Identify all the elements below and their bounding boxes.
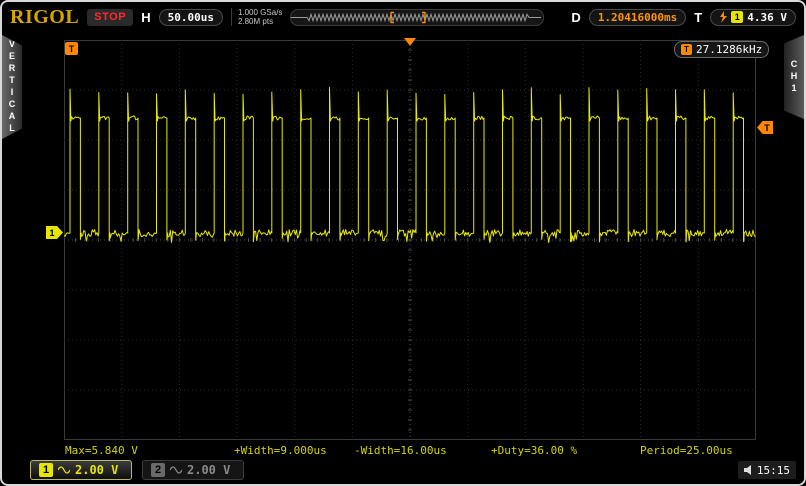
topbar: RIGOL STOP H 50.00us 1.000 GSa/s 2.80M p… [2,2,804,32]
ch1-coupling-icon [58,466,70,474]
timebase-readout: 50.00us [159,9,223,26]
memory-depth: 2.80M pts [238,17,282,26]
frequency-counter: T 27.1286kHz [674,41,769,58]
horizontal-label: H [141,10,150,25]
clock-time: 15:15 [757,464,790,477]
ch1-scale: 2.00 V [75,463,118,477]
ch1-badge: 1 [39,463,53,477]
ch2-scale: 2.00 V [187,463,230,477]
ch2-coupling-icon [170,466,182,474]
delay-value: 1.20416000ms [598,11,677,24]
bottombar: 1 2.00 V 2 2.00 V 15:15 [2,456,804,484]
trigger-slope-icon [719,11,727,23]
run-state-badge[interactable]: STOP [87,9,133,26]
delay-readout: 1.20416000ms [589,9,686,26]
rigol-logo: RIGOL [10,6,79,29]
trigger-position-badge: T [65,42,78,55]
trigger-source-badge: 1 [731,11,743,23]
trigger-level-readout: 4.36 V [747,11,787,24]
clock-area: 15:15 [738,461,796,479]
delay-label: D [571,10,580,25]
graticule-and-waveform [64,40,756,440]
memory-preview-waveform-icon [291,10,541,25]
acquisition-info: 1.000 GSa/s 2.80M pts [231,8,282,26]
counter-trigger-icon: T [681,44,692,55]
channel1-offset-marker[interactable]: 1 [46,226,63,239]
ch2-badge: 2 [151,463,165,477]
memory-waveform-preview [290,9,544,26]
ch2-status-button[interactable]: 2 2.00 V [142,460,244,480]
trigger-readout: 1 4.36 V [710,9,796,26]
trigger-label: T [694,10,702,25]
trigger-level-marker[interactable]: T [757,121,773,134]
ch1-menu-tab[interactable]: CH1 [784,35,804,119]
frequency-value: 27.1286kHz [696,43,762,56]
vertical-menu-tab[interactable]: VERTICAL [2,35,22,139]
sample-rate: 1.000 GSa/s [238,8,282,17]
trigger-position-arrow[interactable] [404,38,416,46]
oscilloscope-screen: RIGOL STOP H 50.00us 1.000 GSa/s 2.80M p… [0,0,806,486]
speaker-icon [744,465,754,475]
display-area: T T 27.1286kHz T 1 Max=5.840 V +Width=9.… [2,32,804,456]
ch1-status-button[interactable]: 1 2.00 V [30,460,132,480]
